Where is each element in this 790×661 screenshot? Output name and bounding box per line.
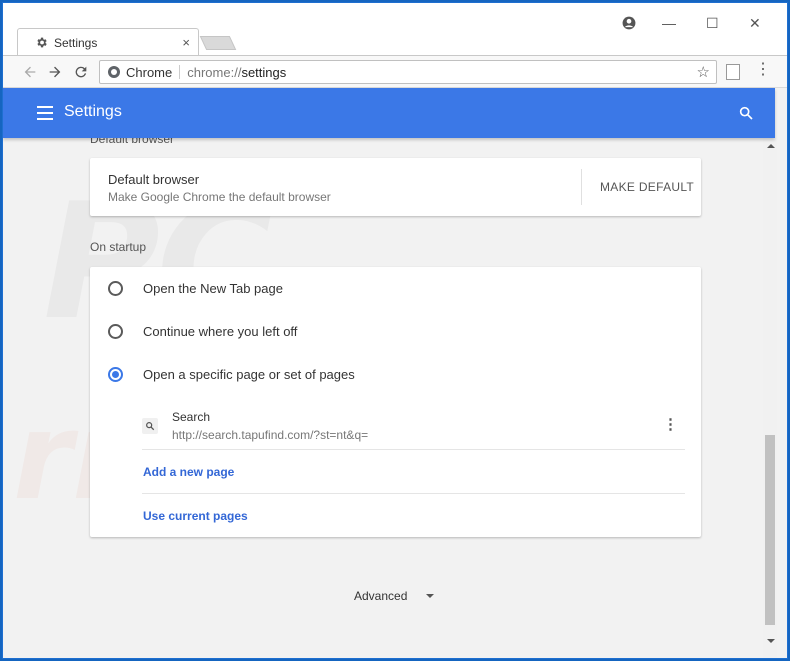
- startup-page-title: Search: [172, 410, 211, 424]
- default-browser-section-label: Default browser: [90, 138, 175, 146]
- maximize-icon[interactable]: ☐: [706, 15, 719, 32]
- scroll-down-arrow-icon[interactable]: [767, 639, 775, 643]
- default-browser-title: Default browser: [108, 172, 200, 187]
- chrome-logo-icon: [108, 66, 120, 78]
- hamburger-menu-icon[interactable]: [37, 106, 53, 120]
- scroll-up-arrow-icon[interactable]: [767, 144, 775, 148]
- kebab-menu-icon[interactable]: ⋮: [663, 417, 678, 432]
- startup-page-url: http://search.tapufind.com/?st=nt&q=: [172, 428, 369, 442]
- startup-option-specific-pages[interactable]: Open a specific page or set of pages: [108, 367, 355, 382]
- back-arrow-icon[interactable]: [21, 63, 39, 81]
- reload-icon[interactable]: [72, 63, 90, 81]
- settings-content: PC risk.com Default browser Default brow…: [3, 138, 763, 658]
- url-text: chrome://settings: [180, 65, 286, 80]
- address-bar[interactable]: Chrome chrome://settings ☆: [99, 60, 717, 84]
- option-label: Open the New Tab page: [143, 281, 283, 296]
- browser-menu-icon[interactable]: ⋮: [755, 62, 771, 78]
- browser-toolbar: Chrome chrome://settings ☆ ⋮: [3, 55, 787, 88]
- new-tab-button[interactable]: [199, 36, 237, 50]
- startup-option-new-tab[interactable]: Open the New Tab page: [108, 281, 283, 296]
- option-label: Continue where you left off: [143, 324, 298, 339]
- minimize-icon[interactable]: —: [662, 15, 676, 31]
- settings-header: Settings: [3, 88, 775, 138]
- add-new-page-link[interactable]: Add a new page: [143, 465, 234, 479]
- tab-close-icon[interactable]: ×: [182, 35, 190, 50]
- browser-window: Settings × — ☐ ✕ Chrome chrome://setting…: [2, 2, 788, 659]
- scrollbar[interactable]: [763, 138, 777, 658]
- use-current-pages-link[interactable]: Use current pages: [143, 509, 248, 523]
- account-icon[interactable]: [622, 16, 636, 30]
- chevron-down-icon[interactable]: [426, 594, 434, 598]
- magnifier-icon: [142, 418, 158, 434]
- url-scheme: chrome://: [187, 64, 242, 80]
- option-label: Open a specific page or set of pages: [143, 367, 355, 382]
- on-startup-section-label: On startup: [90, 240, 147, 254]
- origin-label: Chrome: [126, 64, 173, 80]
- origin-chip: Chrome: [100, 64, 181, 80]
- default-browser-subtitle: Make Google Chrome the default browser: [108, 190, 331, 204]
- divider: [142, 449, 685, 450]
- radio-button[interactable]: [108, 281, 123, 296]
- search-icon[interactable]: [738, 105, 754, 121]
- make-default-button[interactable]: MAKE DEFAULT: [600, 180, 694, 194]
- page-title: Settings: [64, 103, 122, 120]
- default-browser-card: Default browser Make Google Chrome the d…: [90, 158, 701, 216]
- tab-settings[interactable]: Settings ×: [17, 28, 199, 56]
- extension-icon[interactable]: [726, 64, 740, 80]
- divider: [581, 169, 582, 205]
- scroll-thumb[interactable]: [765, 435, 775, 625]
- advanced-button[interactable]: Advanced: [354, 589, 407, 603]
- url-host: settings: [241, 64, 287, 80]
- startup-option-continue[interactable]: Continue where you left off: [108, 324, 297, 339]
- radio-button-selected[interactable]: [108, 367, 123, 382]
- tab-strip: Settings × — ☐ ✕: [3, 3, 787, 56]
- tab-title: Settings: [54, 35, 98, 50]
- radio-button[interactable]: [108, 324, 123, 339]
- on-startup-card: Open the New Tab page Continue where you…: [90, 267, 701, 537]
- divider: [142, 493, 685, 494]
- close-window-icon[interactable]: ✕: [749, 15, 761, 32]
- gear-icon: [34, 36, 48, 50]
- forward-arrow-icon[interactable]: [46, 63, 64, 81]
- bookmark-star-icon[interactable]: ☆: [697, 63, 710, 81]
